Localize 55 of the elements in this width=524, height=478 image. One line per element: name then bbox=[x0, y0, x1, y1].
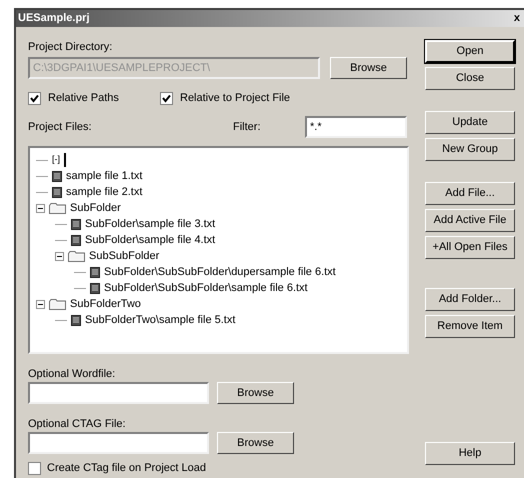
ctag-file-field[interactable] bbox=[28, 432, 209, 454]
file-tree[interactable] bbox=[28, 146, 409, 354]
file-item[interactable]: SubFolder\SubSubFolder\dupersample file 6.txt bbox=[104, 264, 336, 280]
filter-field[interactable]: *.* bbox=[305, 116, 407, 138]
checkbox-label: Relative Paths bbox=[48, 90, 119, 106]
dialog-button[interactable]: Remove Item bbox=[425, 315, 515, 338]
folder-icon bbox=[49, 202, 66, 214]
document-icon bbox=[52, 170, 62, 182]
browse-button[interactable]: Browse bbox=[217, 382, 294, 404]
file-item[interactable]: sample file 2.txt bbox=[66, 184, 142, 200]
checkbox[interactable] bbox=[28, 462, 41, 475]
folder-icon bbox=[68, 250, 85, 262]
dialog-button[interactable]: Help bbox=[425, 442, 515, 465]
document-icon bbox=[90, 266, 100, 278]
document-icon bbox=[71, 234, 81, 246]
check-icon bbox=[162, 94, 171, 102]
field-label: Optional Wordfile: bbox=[28, 367, 116, 380]
file-item[interactable]: SubFolderTwo\sample file 5.txt bbox=[85, 312, 236, 328]
folder-item[interactable]: SubSubFolder bbox=[89, 248, 160, 264]
dialog-button[interactable]: New Group bbox=[425, 138, 515, 161]
field-label: Project Directory: bbox=[28, 40, 114, 53]
collapse-icon[interactable] bbox=[36, 204, 45, 212]
checkbox[interactable] bbox=[160, 92, 173, 104]
dialog-button[interactable]: Add File... bbox=[425, 182, 515, 205]
group-item[interactable]: [-] bbox=[52, 153, 60, 167]
wordfile-field[interactable] bbox=[28, 382, 209, 404]
file-item[interactable]: SubFolder\sample file 3.txt bbox=[85, 216, 216, 232]
window-close-button[interactable]: x bbox=[512, 13, 522, 24]
field-label: Filter: bbox=[233, 120, 262, 135]
dialog-button[interactable]: +All Open Files bbox=[425, 236, 515, 259]
field-label: Project Files: bbox=[28, 120, 93, 135]
document-icon bbox=[90, 282, 100, 294]
checkbox[interactable] bbox=[28, 92, 41, 104]
file-item[interactable]: SubFolder\SubSubFolder\sample file 6.txt bbox=[104, 280, 308, 296]
document-icon bbox=[52, 186, 62, 198]
file-item[interactable]: SubFolder\sample file 4.txt bbox=[85, 232, 216, 248]
dialog-button[interactable]: Add Folder... bbox=[425, 288, 515, 311]
folder-item[interactable]: SubFolderTwo bbox=[70, 296, 141, 312]
browse-button[interactable]: Browse bbox=[217, 432, 294, 454]
folder-item[interactable]: SubFolder bbox=[70, 200, 121, 216]
file-item[interactable]: sample file 1.txt bbox=[66, 168, 142, 184]
dialog-button[interactable]: Update bbox=[425, 111, 515, 134]
checkbox-label: Create CTag file on Project Load bbox=[47, 461, 206, 476]
window-title: UESample.prj bbox=[18, 11, 90, 26]
dialog-button[interactable]: Add Active File bbox=[425, 209, 515, 232]
document-icon bbox=[71, 314, 81, 326]
dialog-button[interactable]: Close bbox=[425, 67, 515, 90]
check-icon bbox=[30, 94, 39, 102]
collapse-icon[interactable] bbox=[36, 300, 45, 308]
field-label: Optional CTAG File: bbox=[28, 417, 127, 430]
document-icon bbox=[71, 218, 81, 230]
dialog-button[interactable]: Open bbox=[425, 40, 515, 63]
folder-icon bbox=[49, 298, 66, 310]
collapse-icon[interactable] bbox=[55, 252, 64, 260]
checkbox-label: Relative to Project File bbox=[180, 90, 290, 106]
